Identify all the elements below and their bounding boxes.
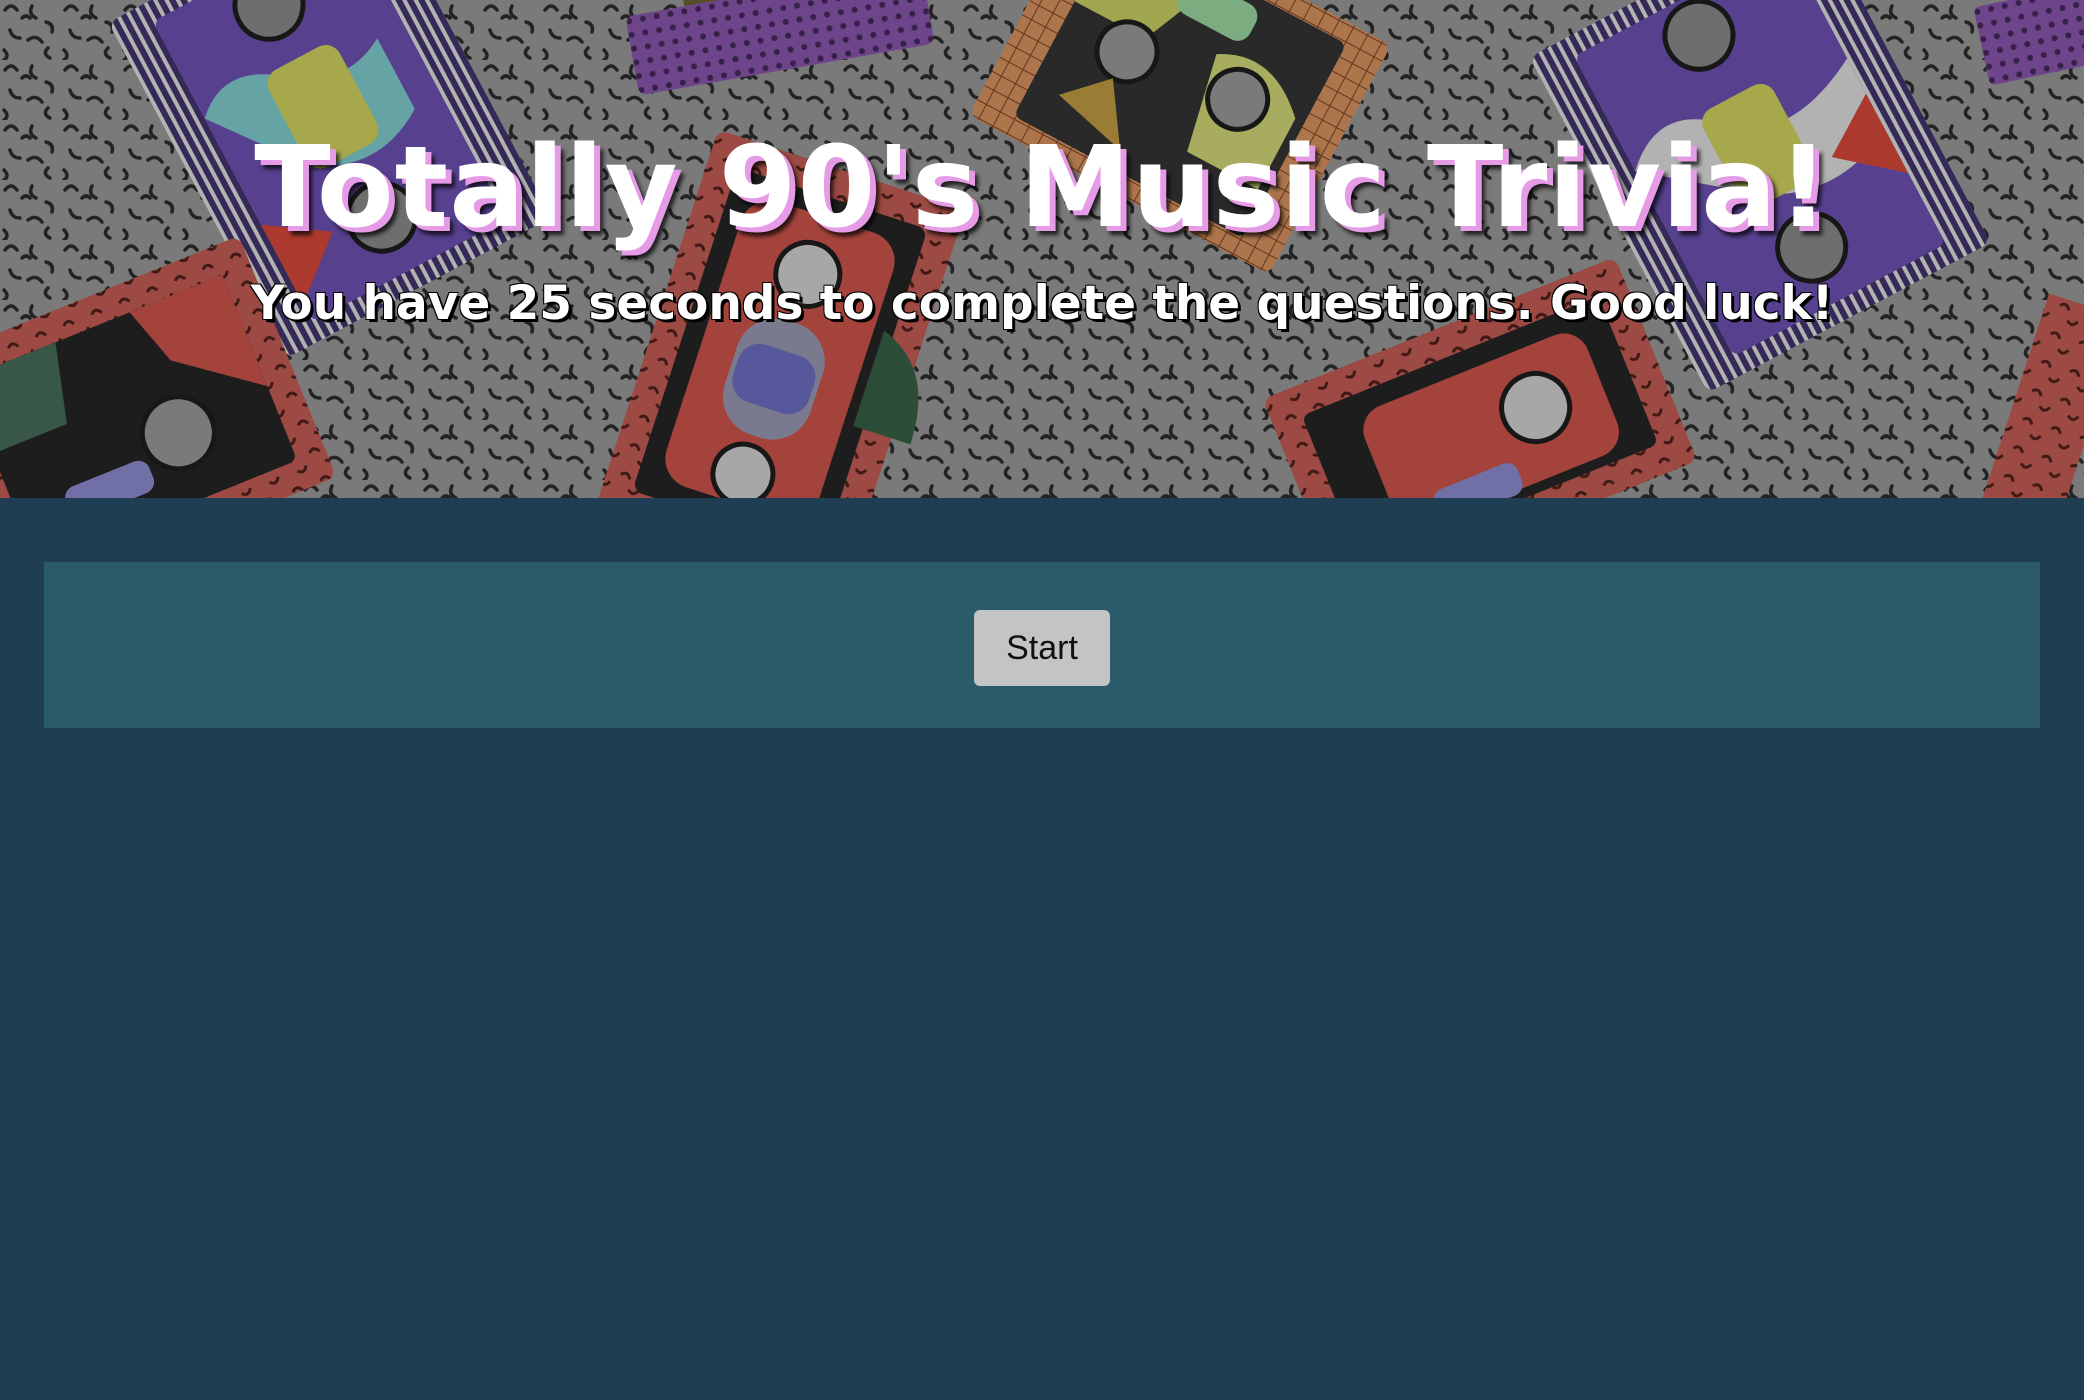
quiz-instructions: You have 25 seconds to complete the ques… <box>250 276 1834 331</box>
quiz-panel: Start <box>44 562 2040 728</box>
hero-banner: Totally 90's Music Trivia! You have 25 s… <box>0 0 2084 498</box>
page-title: Totally 90's Music Trivia! <box>254 123 1830 253</box>
start-button[interactable]: Start <box>974 610 1110 686</box>
